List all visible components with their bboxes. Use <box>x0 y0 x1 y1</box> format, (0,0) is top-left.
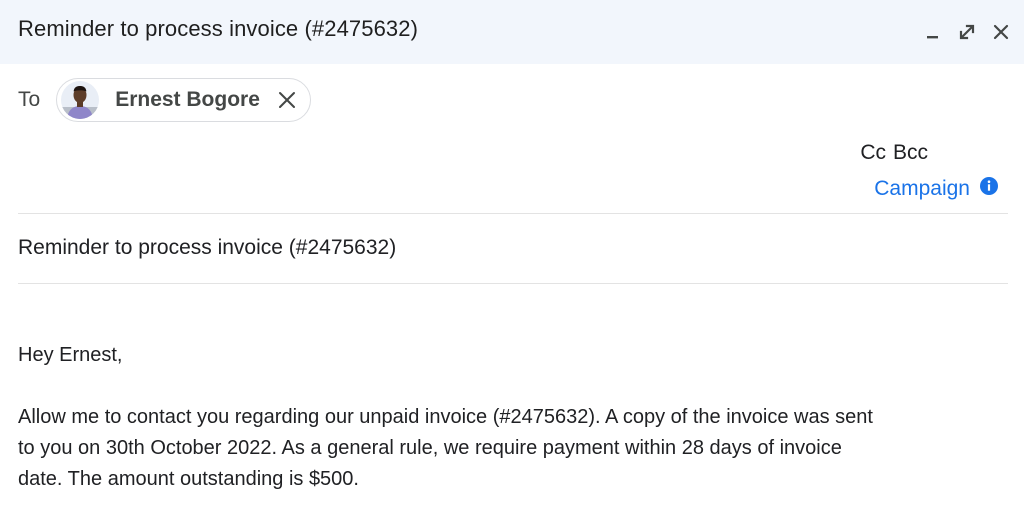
body-line: to you on 30th October 2022. As a genera… <box>18 437 842 459</box>
body-line: Allow me to contact you regarding our un… <box>18 406 873 428</box>
cc-button[interactable]: Cc <box>860 141 886 165</box>
body-greeting: Hey Ernest, <box>18 344 123 366</box>
compose-titlebar[interactable]: Reminder to process invoice (#2475632) <box>0 0 1024 64</box>
avatar <box>61 81 100 119</box>
remove-recipient-icon[interactable] <box>276 89 298 111</box>
subject-field[interactable]: Reminder to process invoice (#2475632) <box>18 236 396 260</box>
divider <box>18 283 1008 284</box>
recipient-chip[interactable]: Ernest Bogore <box>56 78 311 122</box>
compose-window: Reminder to process invoice (#2475632) T… <box>0 0 1024 520</box>
recipient-name: Ernest Bogore <box>115 88 260 111</box>
pop-out-icon[interactable] <box>956 21 978 43</box>
minimize-icon[interactable] <box>922 21 944 43</box>
close-icon[interactable] <box>990 21 1012 43</box>
cc-bcc-links: Cc Bcc <box>860 141 928 165</box>
info-icon[interactable] <box>979 176 999 201</box>
window-title: Reminder to process invoice (#2475632) <box>18 16 419 41</box>
to-field[interactable]: To Ernest Bogore <box>18 76 311 124</box>
campaign-link[interactable]: Campaign <box>874 177 970 201</box>
to-label: To <box>18 88 41 111</box>
message-body[interactable]: Hey Ernest, Allow me to contact you rega… <box>18 340 1008 495</box>
divider <box>18 213 1008 214</box>
bcc-button[interactable]: Bcc <box>893 141 928 165</box>
campaign-control: Campaign <box>874 176 999 201</box>
body-line: date. The amount outstanding is $500. <box>18 468 359 490</box>
window-controls <box>922 18 1012 46</box>
